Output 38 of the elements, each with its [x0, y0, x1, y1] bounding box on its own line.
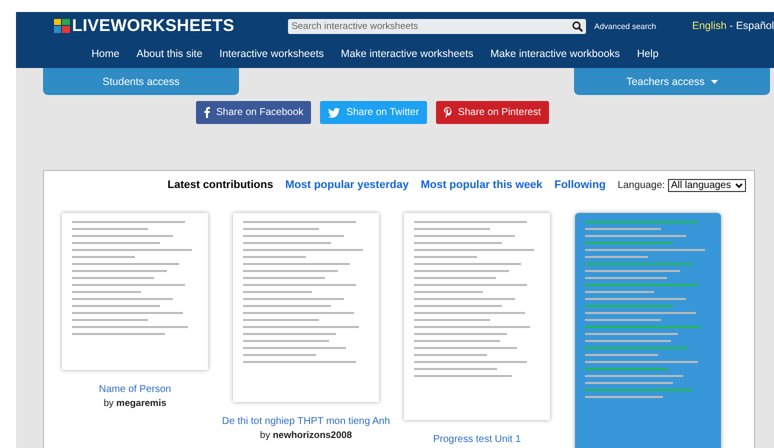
nav-link[interactable]: Make interactive worksheets [340, 48, 474, 60]
tab[interactable]: Latest contributions [167, 179, 274, 191]
nav-link[interactable]: Interactive worksheets [219, 48, 324, 60]
language-link[interactable]: English [692, 20, 727, 32]
search-icon[interactable] [572, 20, 584, 32]
author-text: by megaremis [104, 398, 166, 409]
worksheet-thumbnail[interactable] [575, 213, 721, 448]
language-link[interactable]: Español [736, 20, 774, 32]
bird-icon [328, 108, 340, 118]
facebook-icon [204, 107, 210, 118]
logo-icon [54, 19, 70, 33]
tab[interactable]: Most popular yesterday [285, 179, 409, 191]
nav-link[interactable]: Help [636, 48, 659, 60]
share-button[interactable]: Share on Pinterest [436, 101, 549, 124]
access-button[interactable]: Teachers access [574, 68, 770, 95]
worksheet-title-link[interactable]: De thi tot nghiep THPT mon tieng Anh [222, 416, 390, 427]
search-field[interactable]: Search interactive worksheets [288, 18, 586, 34]
worksheet-title-link[interactable]: Progress test Unit 1 [433, 434, 521, 445]
worksheet-thumbnail[interactable] [62, 213, 208, 370]
tab[interactable]: Most popular this week [420, 179, 542, 191]
author-text: by newhorizons2008 [260, 430, 352, 441]
access-button[interactable]: Students access [43, 68, 239, 95]
chevron-icon [735, 182, 743, 188]
nav-link[interactable]: Home [91, 48, 120, 60]
nav-link[interactable]: About this site [136, 48, 202, 60]
share-button[interactable]: Share on Facebook [196, 101, 312, 124]
nav-link[interactable]: Make interactive workbooks [490, 48, 620, 60]
pin-icon [444, 107, 452, 118]
logo-text: LIVEWORKSHEETS [72, 16, 234, 36]
language-label: Language: [618, 180, 665, 190]
worksheet-thumbnail[interactable] [233, 213, 379, 402]
caret-icon [710, 80, 718, 84]
tab[interactable]: Following [554, 179, 606, 191]
separator-text: - [730, 20, 734, 32]
advanced-search-link[interactable]: Advanced search [594, 22, 656, 30]
worksheet-title-link[interactable]: Name of Person [98, 384, 172, 395]
worksheet-thumbnail[interactable] [404, 213, 550, 420]
language-select[interactable]: All languages [668, 178, 746, 192]
